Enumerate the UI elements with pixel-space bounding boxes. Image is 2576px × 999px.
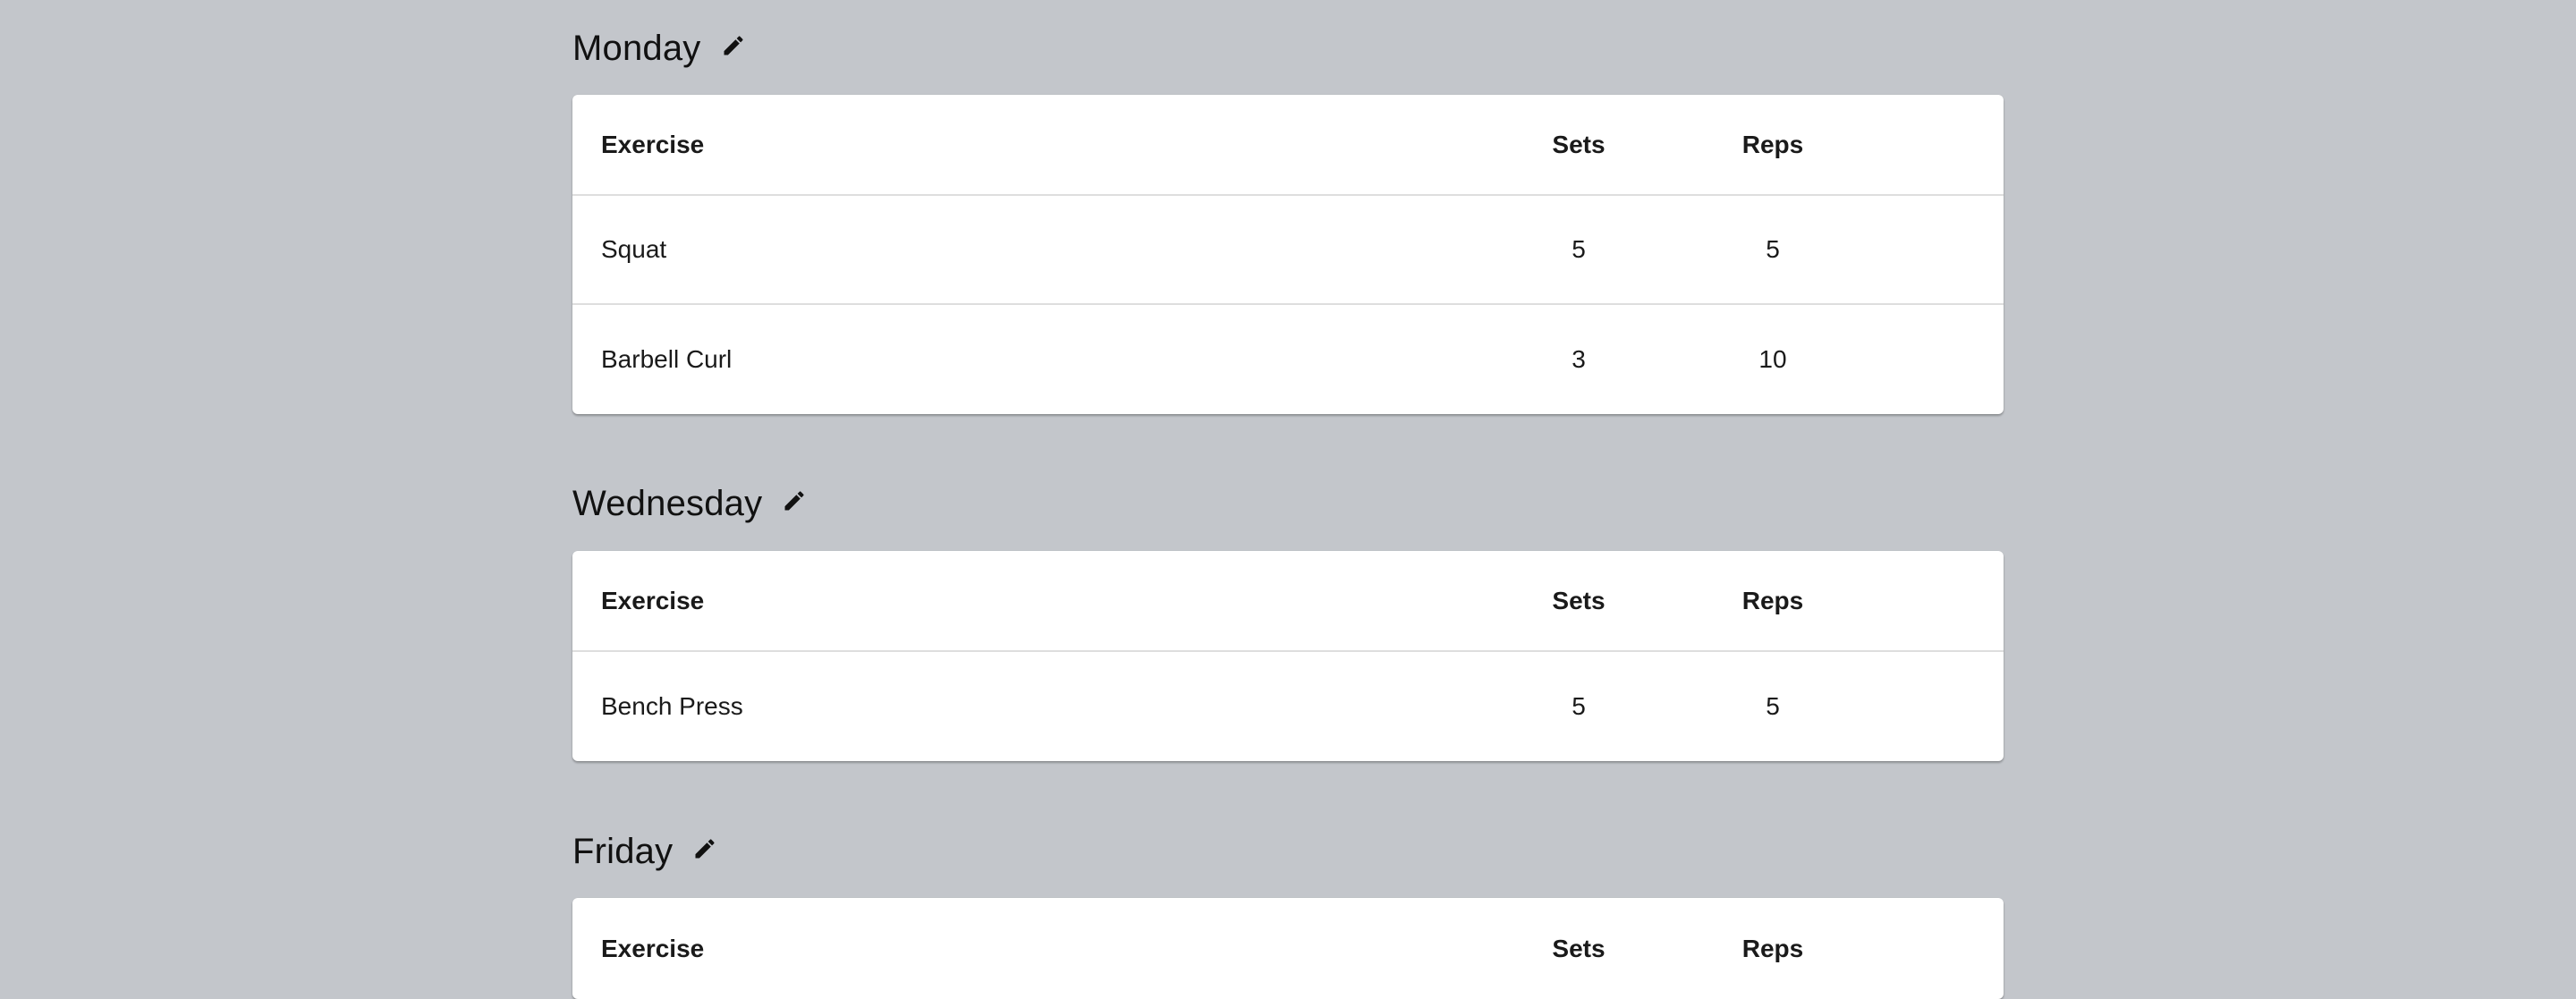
exercise-table-monday: Exercise Sets Reps Squat 5 5 Barbell Cur…: [572, 95, 2004, 414]
column-header-sets: Sets: [1552, 130, 1606, 158]
sets-value: 3: [1572, 345, 1586, 373]
day-header-friday: Friday: [572, 825, 717, 878]
day-header-monday: Monday: [572, 21, 746, 75]
pencil-icon[interactable]: [692, 836, 717, 861]
exercise-table-wednesday: Exercise Sets Reps Bench Press 5 5: [572, 551, 2004, 761]
day-title: Friday: [572, 831, 674, 871]
reps-value: 5: [1766, 235, 1780, 263]
day-title: Monday: [572, 28, 701, 68]
column-header-reps: Reps: [1741, 130, 1804, 158]
table-row[interactable]: Bench Press 5 5: [572, 652, 2004, 761]
column-header-exercise: Exercise: [601, 586, 705, 614]
table-row[interactable]: Squat 5 5: [572, 196, 2004, 305]
pencil-icon[interactable]: [782, 488, 807, 513]
column-header-sets: Sets: [1552, 934, 1606, 962]
exercise-name: Squat: [601, 235, 667, 263]
sets-value: 5: [1572, 235, 1586, 263]
day-header-wednesday: Wednesday: [572, 477, 807, 530]
exercise-table-friday: Exercise Sets Reps: [572, 898, 2004, 999]
exercise-name: Bench Press: [601, 692, 743, 720]
table-header-row: Exercise Sets Reps: [572, 95, 2004, 196]
day-title: Wednesday: [572, 483, 763, 523]
column-header-exercise: Exercise: [601, 934, 705, 962]
column-header-exercise: Exercise: [601, 130, 705, 158]
column-header-reps: Reps: [1741, 586, 1804, 614]
reps-value: 10: [1758, 345, 1787, 373]
table-header-row: Exercise Sets Reps: [572, 551, 2004, 652]
table-row[interactable]: Barbell Curl 3 10: [572, 305, 2004, 414]
column-header-sets: Sets: [1552, 586, 1606, 614]
reps-value: 5: [1766, 692, 1780, 720]
column-header-reps: Reps: [1741, 934, 1804, 962]
pencil-icon[interactable]: [721, 33, 746, 58]
sets-value: 5: [1572, 692, 1586, 720]
exercise-name: Barbell Curl: [601, 345, 733, 373]
table-header-row: Exercise Sets Reps: [572, 898, 2004, 999]
